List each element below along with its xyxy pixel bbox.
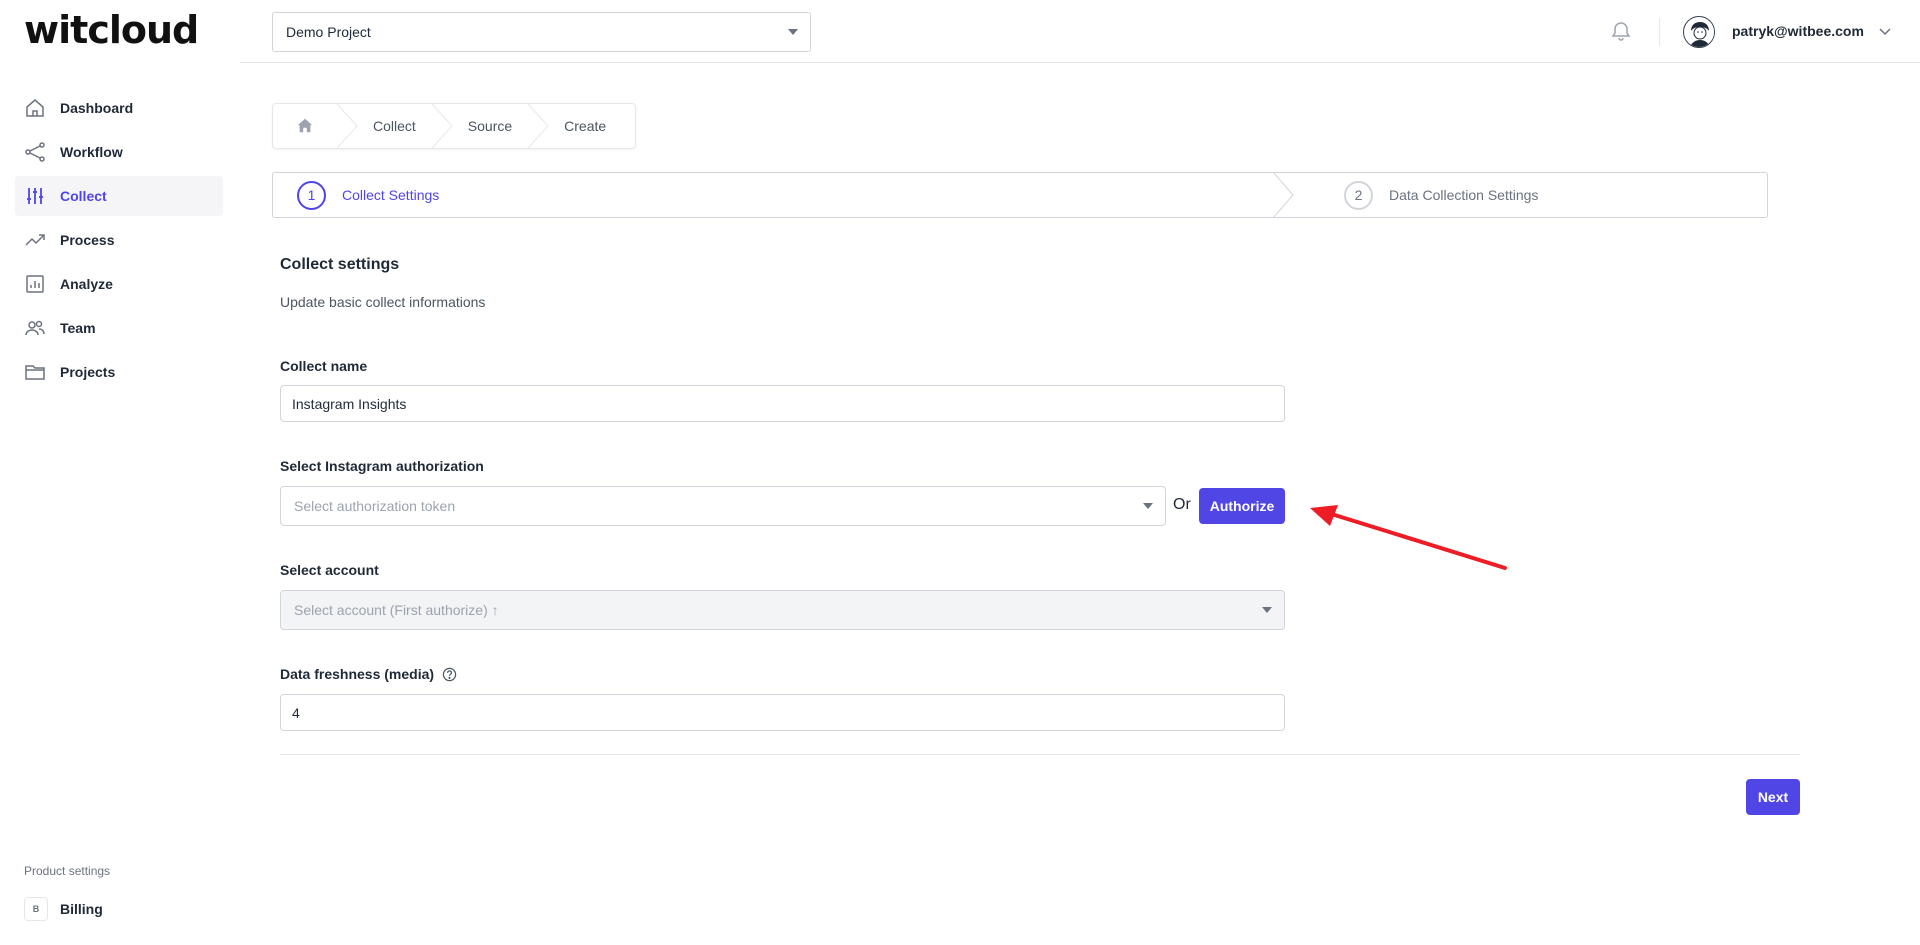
collect-name-value: Instagram Insights	[292, 395, 407, 412]
freshness-label: Data freshness (media)	[280, 666, 457, 682]
account-placeholder: Select account (First authorize) ↑	[294, 602, 499, 618]
stepper: 1 Collect Settings 2 Data Collection Set…	[272, 172, 1768, 218]
sidebar-item-label: Process	[60, 232, 115, 248]
home-icon	[297, 118, 313, 133]
next-button[interactable]: Next	[1746, 779, 1800, 815]
freshness-input[interactable]: 4	[280, 694, 1285, 731]
sidebar-item-analyze[interactable]: Analyze	[15, 264, 223, 304]
breadcrumb-item-create: Create	[564, 118, 607, 134]
logo-text-it: it	[58, 8, 88, 52]
auth-token-placeholder: Select authorization token	[294, 498, 456, 514]
step-number: 1	[297, 180, 326, 210]
section-subtitle: Update basic collect informations	[280, 294, 486, 310]
breadcrumb: Collect Source Create	[272, 103, 636, 149]
logo-text-w: w	[24, 8, 59, 52]
help-circle-icon[interactable]	[442, 667, 457, 682]
sidebar-item-label: Billing	[60, 901, 103, 917]
step-separator	[1273, 172, 1294, 218]
breadcrumb-separator	[528, 104, 549, 148]
breadcrumb-separator	[337, 104, 358, 148]
annotation-arrow-icon	[1310, 505, 1507, 570]
auth-token-select[interactable]: Select authorization token	[280, 486, 1166, 526]
project-select[interactable]: Demo Project	[272, 12, 811, 52]
freshness-value: 4	[292, 704, 300, 721]
users-icon	[24, 317, 46, 339]
trend-icon	[24, 229, 46, 251]
product-settings-heading: Product settings	[24, 864, 111, 878]
breadcrumb-separator	[431, 104, 453, 148]
sidebar-item-label: Projects	[60, 364, 116, 380]
step-collect-settings[interactable]: 1 Collect Settings	[297, 173, 439, 217]
caret-down-icon	[1262, 607, 1272, 613]
user-email[interactable]: patryk@witbee.com	[1732, 23, 1864, 39]
chevron-down-icon[interactable]	[1878, 24, 1892, 38]
sliders-icon	[24, 185, 46, 207]
step-label: Data Collection Settings	[1389, 187, 1539, 203]
share-icon	[24, 141, 46, 163]
step-label: Collect Settings	[342, 187, 440, 203]
collect-name-label: Collect name	[280, 358, 368, 374]
sidebar-item-collect[interactable]: Collect	[15, 176, 223, 216]
header-divider	[1659, 18, 1660, 46]
bar-chart-icon	[24, 273, 46, 295]
authorize-button[interactable]: Authorize	[1199, 488, 1285, 524]
sidebar-item-label: Workflow	[60, 144, 123, 160]
sidebar-item-projects[interactable]: Projects	[15, 352, 223, 392]
caret-down-icon	[788, 29, 798, 35]
billing-badge: B	[24, 897, 48, 921]
freshness-label-text: Data freshness (media)	[280, 666, 435, 682]
breadcrumb-item-source[interactable]: Source	[454, 104, 528, 148]
bell-icon[interactable]	[1609, 19, 1633, 43]
caret-down-icon	[1143, 503, 1153, 509]
step-data-collection-settings[interactable]: 2 Data Collection Settings	[1344, 173, 1538, 217]
user-avatar[interactable]	[1683, 16, 1715, 48]
account-select: Select account (First authorize) ↑	[280, 590, 1285, 630]
section-title: Collect settings	[280, 256, 400, 273]
project-select-value: Demo Project	[286, 24, 371, 40]
or-text: Or	[1173, 496, 1191, 513]
breadcrumb-item-collect[interactable]: Collect	[359, 104, 432, 148]
sidebar-item-workflow[interactable]: Workflow	[15, 132, 223, 172]
sidebar-item-team[interactable]: Team	[15, 308, 223, 348]
account-label: Select account	[280, 562, 379, 578]
step-number: 2	[1344, 180, 1373, 210]
form-divider	[280, 754, 1800, 755]
auth-label: Select Instagram authorization	[280, 458, 484, 474]
sidebar-item-label: Team	[60, 320, 96, 336]
sidebar-item-label: Analyze	[60, 276, 113, 292]
sidebar-item-label: Collect	[60, 188, 107, 204]
sidebar-item-label: Dashboard	[60, 100, 134, 116]
top-header: Demo Project patryk@witbee.com	[240, 0, 1920, 63]
sidebar-item-billing[interactable]: B Billing	[24, 897, 103, 921]
logo-text-cloud: cloud	[87, 8, 199, 52]
collect-name-input[interactable]: Instagram Insights	[280, 385, 1285, 422]
folder-icon	[24, 361, 46, 383]
home-icon	[24, 97, 46, 119]
witcloud-logo[interactable]: w it cloud	[24, 8, 199, 52]
sidebar-item-process[interactable]: Process	[15, 220, 223, 260]
breadcrumb-home[interactable]	[273, 104, 337, 148]
sidebar-item-dashboard[interactable]: Dashboard	[15, 88, 223, 128]
